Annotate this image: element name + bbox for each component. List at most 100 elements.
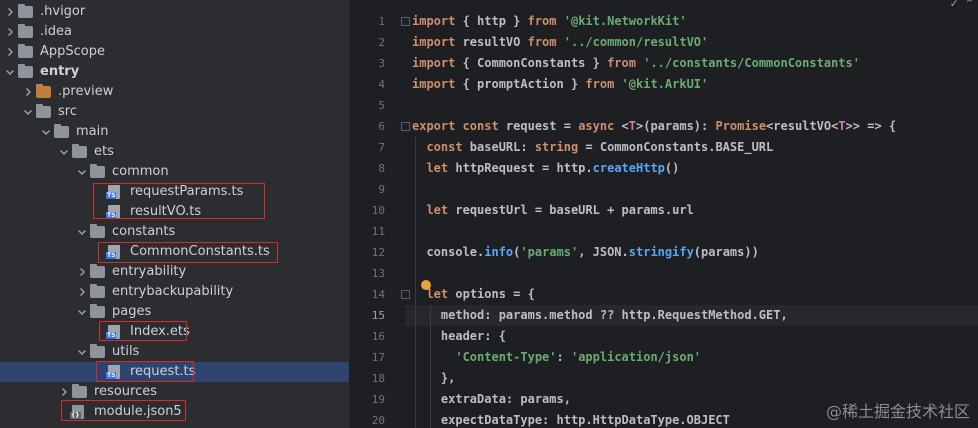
chevron-down-icon[interactable] xyxy=(76,346,88,358)
folder-icon xyxy=(18,4,33,18)
code-line[interactable]: }, xyxy=(412,368,455,389)
tree-item-constants[interactable]: constants xyxy=(0,222,349,242)
tree-item-label: common xyxy=(112,164,169,179)
tree-item-module[interactable]: {} module.json5 xyxy=(0,402,349,422)
tree-item-label: ets xyxy=(94,144,114,159)
tree-item-appscope[interactable]: AppScope xyxy=(0,42,349,62)
indent-guide xyxy=(430,305,431,428)
tree-item-label: resources xyxy=(94,384,158,399)
typescript-file-icon: TS xyxy=(106,245,120,259)
tree-item-main[interactable]: main xyxy=(0,122,349,142)
tree-item-entry[interactable]: entry xyxy=(0,62,349,82)
tree-item-label: pages xyxy=(112,304,152,319)
code-line[interactable]: import { CommonConstants } from '../cons… xyxy=(412,53,860,74)
folder-icon xyxy=(54,124,69,138)
tree-item-common[interactable]: common xyxy=(0,162,349,182)
chevron-up-icon[interactable]: ⌃ xyxy=(965,0,974,10)
line-number: 9 xyxy=(378,183,385,196)
tree-item-request[interactable]: TS request.ts xyxy=(0,362,349,382)
chevron-right-icon[interactable] xyxy=(76,286,88,298)
line-number: 19 xyxy=(371,393,385,406)
tree-item-entryability[interactable]: entryability xyxy=(0,262,349,282)
lightbulb-icon[interactable] xyxy=(421,280,431,290)
code-line[interactable]: extraData: params, xyxy=(412,389,571,410)
folder-icon xyxy=(90,224,105,238)
code-line[interactable]: export const request = async <T>(params)… xyxy=(412,116,896,137)
folder-icon xyxy=(72,384,87,398)
code-line[interactable]: const baseURL: string = CommonConstants.… xyxy=(412,137,773,158)
code-line[interactable]: import resultVO from '../common/resultVO… xyxy=(412,32,708,53)
line-number: 15 xyxy=(371,309,385,322)
check-icon[interactable]: ✓ xyxy=(950,0,959,10)
tree-item-utils[interactable]: utils xyxy=(0,342,349,362)
tree-item-label: Index.ets xyxy=(130,324,190,339)
code-line[interactable]: import { http } from '@kit.NetworkKit' xyxy=(412,11,687,32)
tree-item-label: .idea xyxy=(40,24,72,39)
tree-item-preview[interactable]: .preview xyxy=(0,82,349,102)
typescript-file-icon: TS xyxy=(106,365,120,379)
tree-item-CommonConstants[interactable]: TS CommonConstants.ts xyxy=(0,242,349,262)
chevron-right-icon[interactable] xyxy=(58,386,70,398)
line-number: 5 xyxy=(378,99,385,112)
tree-item-ets[interactable]: ets xyxy=(0,142,349,162)
line-number: 18 xyxy=(371,372,385,385)
line-number: 16 xyxy=(371,330,385,343)
folder-icon xyxy=(36,84,51,98)
watermark: @稀土掘金技术社区 xyxy=(825,402,970,421)
typescript-file-icon: TS xyxy=(106,185,120,199)
code-line[interactable]: expectDataType: http.HttpDataType.OBJECT xyxy=(412,410,730,428)
code-line[interactable]: let requestUrl = baseURL + params.url xyxy=(412,200,693,221)
tree-item-label: CommonConstants.ts xyxy=(130,244,270,259)
line-number: 4 xyxy=(378,78,385,91)
chevron-right-icon[interactable] xyxy=(4,46,16,58)
chevron-down-icon[interactable] xyxy=(4,66,16,78)
line-number: 7 xyxy=(378,141,385,154)
code-editor[interactable]: 1 2 3 4 5 6 7 8 9 10 11 12 13 14 15 16 17 18 19 20 import {… xyxy=(349,0,978,428)
tree-item-src[interactable]: src xyxy=(0,102,349,122)
code-line[interactable]: header: { xyxy=(412,326,506,347)
chevron-right-icon[interactable] xyxy=(4,6,16,18)
chevron-right-icon[interactable] xyxy=(4,26,16,38)
folder-icon xyxy=(72,144,87,158)
fold-marker-icon[interactable] xyxy=(401,290,410,299)
fold-marker-icon[interactable] xyxy=(401,17,410,26)
chevron-right-icon[interactable] xyxy=(76,266,88,278)
chevron-down-icon[interactable] xyxy=(58,146,70,158)
code-line[interactable]: 'Content-Type': 'application/json' xyxy=(412,347,701,368)
tree-item-requestParams[interactable]: TS requestParams.ts xyxy=(0,182,349,202)
tree-item-Index[interactable]: TS Index.ets xyxy=(0,322,349,342)
line-number: 13 xyxy=(371,267,385,280)
fold-marker-icon[interactable] xyxy=(401,122,410,131)
line-number: 3 xyxy=(378,57,385,70)
tree-item-label: entrybackupability xyxy=(112,284,234,299)
line-number: 17 xyxy=(371,351,385,364)
folder-icon xyxy=(18,44,33,58)
tree-item-hvigor[interactable]: .hvigor xyxy=(0,2,349,22)
chevron-down-icon[interactable] xyxy=(40,126,52,138)
line-number: 8 xyxy=(378,162,385,175)
tree-item-label: src xyxy=(58,104,77,119)
chevron-right-icon[interactable] xyxy=(22,86,34,98)
chevron-down-icon[interactable] xyxy=(76,166,88,178)
tree-item-label: main xyxy=(76,124,109,139)
tree-item-entrybackupability[interactable]: entrybackupability xyxy=(0,282,349,302)
code-line[interactable]: console.info('params', JSON.stringify(pa… xyxy=(412,242,758,263)
typescript-file-icon: TS xyxy=(106,325,120,339)
line-number: 12 xyxy=(371,246,385,259)
project-tree: .hvigor .idea AppScope entry .preview src main… xyxy=(0,0,349,428)
file-type-tag: TS xyxy=(106,212,117,219)
code-line[interactable]: method: params.method ?? http.RequestMet… xyxy=(412,305,788,326)
tree-item-label: resultVO.ts xyxy=(130,204,202,219)
tree-item-resultVO[interactable]: TS resultVO.ts xyxy=(0,202,349,222)
tree-item-pages[interactable]: pages xyxy=(0,302,349,322)
folder-icon xyxy=(90,344,105,358)
tree-item-idea[interactable]: .idea xyxy=(0,22,349,42)
chevron-down-icon[interactable] xyxy=(76,306,88,318)
code-line[interactable]: import { promptAction } from '@kit.ArkUI… xyxy=(412,74,708,95)
folder-icon xyxy=(90,164,105,178)
chevron-down-icon[interactable] xyxy=(22,106,34,118)
tree-item-resources[interactable]: resources xyxy=(0,382,349,402)
indent-guide xyxy=(415,137,416,428)
chevron-down-icon[interactable] xyxy=(76,226,88,238)
code-line[interactable]: let httpRequest = http.createHttp() xyxy=(412,158,679,179)
